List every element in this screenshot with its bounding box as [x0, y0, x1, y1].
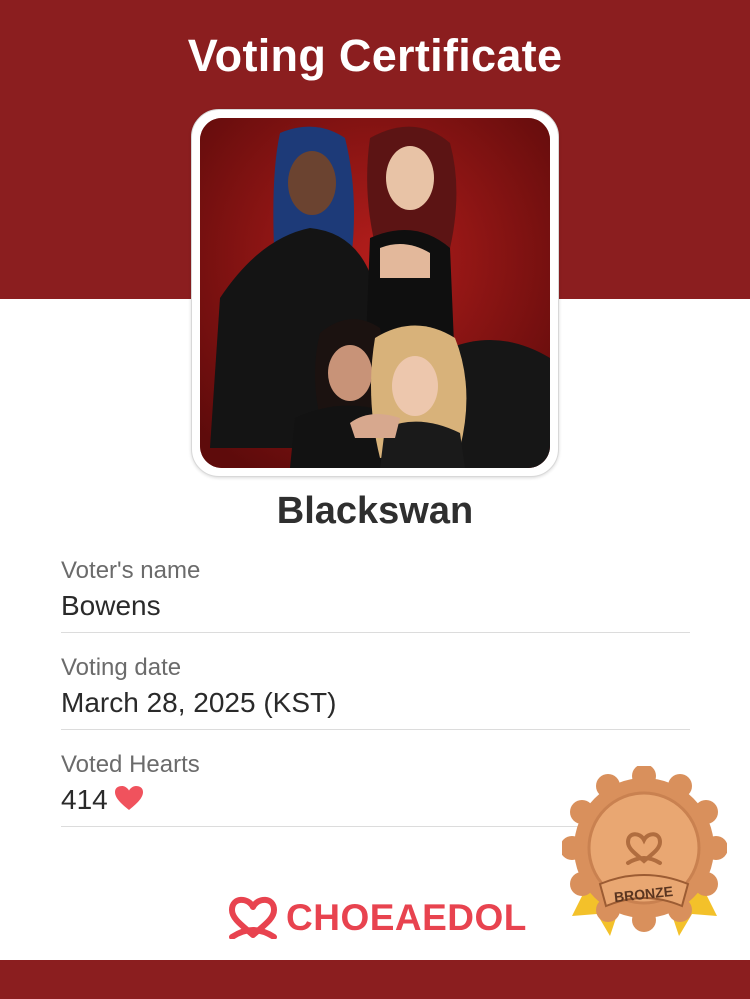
voted-hearts-value: 414 — [61, 784, 108, 815]
brand-logo: CHOEAEDOL — [226, 893, 527, 943]
footer-band — [0, 960, 750, 999]
artist-photo-frame — [191, 109, 559, 477]
voting-date-value: March 28, 2025 (KST) — [61, 687, 337, 718]
bronze-badge: BRONZE — [560, 764, 728, 944]
artist-photo — [200, 118, 550, 468]
voter-name-label: Voter's name — [61, 557, 201, 584]
brand-name: CHOEAEDOL — [286, 897, 527, 938]
voting-date-field: Voting date March 28, 2025 (KST) — [61, 653, 690, 730]
voter-name-value: Bowens — [61, 590, 161, 621]
page-title: Voting Certificate — [187, 30, 563, 81]
voting-date-label: Voting date — [61, 654, 182, 681]
choeaedol-logo-icon — [226, 893, 280, 944]
heart-icon — [114, 784, 144, 820]
artist-name: Blackswan — [276, 490, 474, 532]
voter-name-field: Voter's name Bowens — [61, 556, 690, 633]
